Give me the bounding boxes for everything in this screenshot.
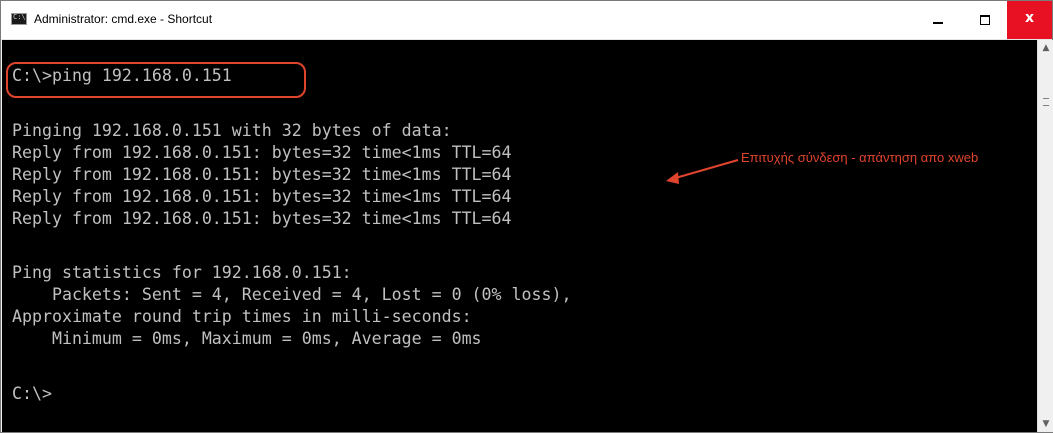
minimize-icon: [933, 22, 943, 24]
maximize-icon: [980, 15, 990, 25]
cmd-app-icon[interactable]: [11, 13, 27, 25]
close-button[interactable]: x: [1007, 1, 1052, 39]
console-line: Ping statistics for 192.168.0.151:: [12, 263, 352, 282]
vertical-scrollbar[interactable]: ▲ ▼: [1037, 40, 1053, 432]
console-prompt: C:\>: [12, 384, 52, 403]
console-line: Pinging 192.168.0.151 with 32 bytes of d…: [12, 121, 452, 140]
console-line: Reply from 192.168.0.151: bytes=32 time<…: [12, 209, 512, 228]
console-output[interactable]: C:\>ping 192.168.0.151 Pinging 192.168.0…: [2, 40, 1037, 432]
console-line: Minimum = 0ms, Maximum = 0ms, Average = …: [12, 329, 482, 348]
console-line-command: C:\>ping 192.168.0.151: [12, 66, 232, 85]
cmd-window: Administrator: cmd.exe - Shortcut x C:\>…: [0, 0, 1053, 433]
title-bar[interactable]: Administrator: cmd.exe - Shortcut x: [1, 1, 1052, 40]
window-title: Administrator: cmd.exe - Shortcut: [34, 12, 213, 26]
annotation-arrow-icon: [666, 158, 739, 184]
minimize-button[interactable]: [916, 1, 962, 39]
scroll-thumb-grip[interactable]: [1043, 98, 1049, 106]
console-line: Approximate round trip times in milli-se…: [12, 307, 472, 326]
console-line: Reply from 192.168.0.151: bytes=32 time<…: [12, 165, 512, 184]
console-line: Reply from 192.168.0.151: bytes=32 time<…: [12, 187, 512, 206]
annotation-label: Επιτυχής σύνδεση - απάντηση απο xweb: [741, 150, 979, 165]
scroll-down-icon[interactable]: ▼: [1038, 416, 1053, 432]
close-icon: x: [1024, 10, 1035, 26]
console-line: Packets: Sent = 4, Received = 4, Lost = …: [12, 285, 572, 304]
console-line: Reply from 192.168.0.151: bytes=32 time<…: [12, 143, 512, 162]
maximize-button[interactable]: [962, 1, 1008, 39]
scroll-up-icon[interactable]: ▲: [1038, 40, 1053, 56]
